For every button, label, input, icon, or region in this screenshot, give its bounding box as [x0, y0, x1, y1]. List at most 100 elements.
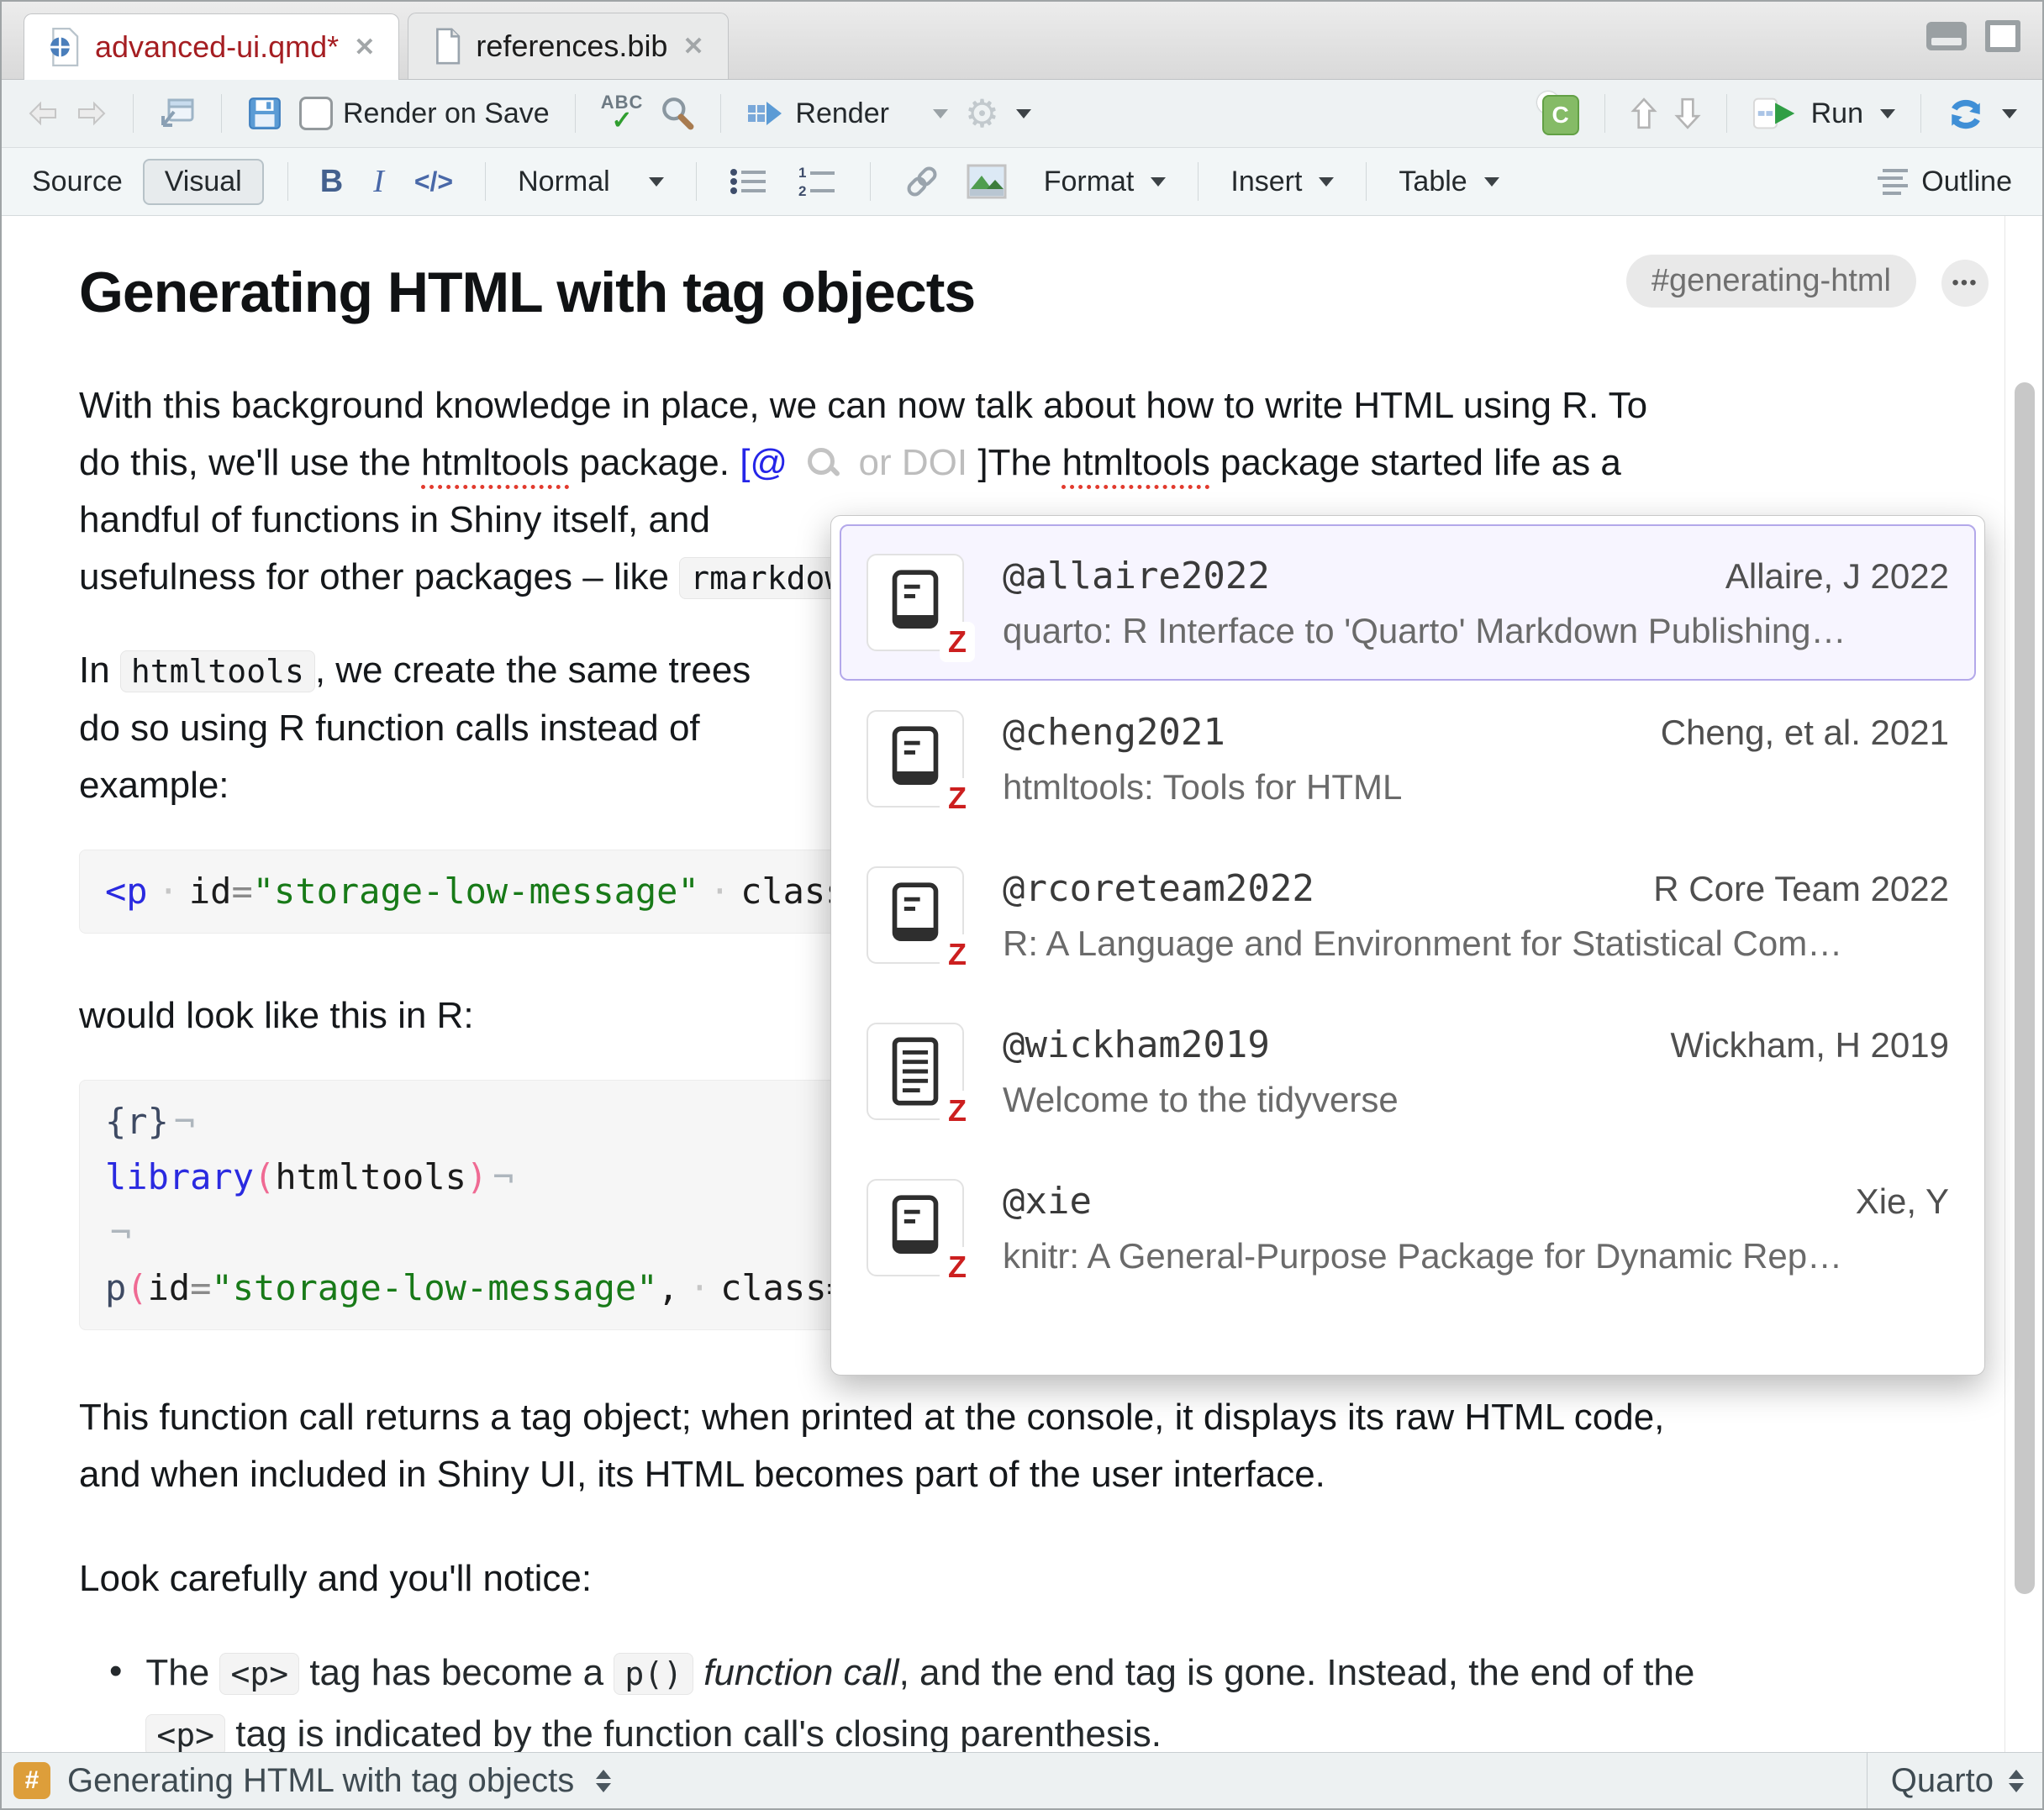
- citation-key: @allaire2022: [1003, 555, 1270, 597]
- checkbox-icon[interactable]: [299, 97, 333, 130]
- run-button[interactable]: Run: [1744, 92, 1904, 135]
- render-dropdown-caret[interactable]: [933, 109, 948, 118]
- open-in-new-window-button[interactable]: [150, 92, 204, 135]
- tab-advanced-ui-qmd[interactable]: advanced-ui.qmd* ✕: [24, 13, 399, 80]
- settings-dropdown-caret[interactable]: [1016, 109, 1031, 118]
- bullet-list-icon: [729, 166, 769, 197]
- render-icon: [746, 97, 785, 129]
- citation-item-allaire2022[interactable]: Z @allaire2022 Allaire, J 2022 quarto: R…: [840, 524, 1976, 681]
- close-tab-icon[interactable]: ✕: [354, 33, 375, 62]
- next-chunk-button[interactable]: [1666, 92, 1709, 135]
- bullet-item: • The <p> tag has become a p() function …: [79, 1643, 1965, 1752]
- bullet-list-button[interactable]: [720, 160, 777, 203]
- spellcheck-button[interactable]: ABC ✓: [593, 88, 652, 139]
- vertical-scrollbar[interactable]: [2015, 382, 2035, 1594]
- citation-item-rcoreteam2022[interactable]: Z @rcoreteam2022 R Core Team 2022 R: A L…: [840, 837, 1976, 993]
- format-menu[interactable]: Format: [1035, 160, 1175, 203]
- text-token: ¬: [169, 1101, 195, 1142]
- popout-window-icon: [159, 97, 196, 130]
- text-token: id: [148, 1267, 191, 1308]
- text-token: ·: [148, 871, 189, 912]
- citation-item-wickham2019[interactable]: Z @wickham2019 Wickham, H 2019 Welcome t…: [840, 993, 1976, 1150]
- close-tab-icon[interactable]: ✕: [682, 32, 703, 61]
- visual-mode-button[interactable]: Visual: [143, 159, 264, 205]
- insert-image-button[interactable]: [958, 159, 1015, 204]
- citation-source-icon: Z: [867, 866, 964, 964]
- editor-status-bar: # Generating HTML with tag objects Quart…: [2, 1752, 2042, 1808]
- text-token: =: [231, 871, 252, 912]
- text-token: usefulness for other packages – like: [79, 556, 679, 597]
- quarto-file-icon: [48, 28, 80, 66]
- inline-code-button[interactable]: </>: [406, 161, 461, 203]
- zotero-badge: Z: [942, 937, 972, 972]
- text-token: ·: [699, 871, 740, 912]
- back-button[interactable]: [18, 95, 67, 132]
- insert-link-button[interactable]: [894, 160, 950, 203]
- text-token: tag is indicated by the function call's …: [225, 1713, 1162, 1752]
- visual-mode-label: Visual: [165, 166, 242, 198]
- text-token: or DOI: [848, 442, 977, 483]
- citation-source-icon: Z: [867, 1179, 964, 1276]
- source-mode-button[interactable]: Source: [24, 160, 131, 203]
- text-token: class=: [720, 1267, 848, 1308]
- table-menu-caret: [1484, 177, 1499, 187]
- forward-button[interactable]: [67, 95, 116, 132]
- citation-title: Welcome to the tidyverse: [1003, 1080, 1949, 1120]
- minimize-icon[interactable]: [1926, 22, 1967, 50]
- text-token: id: [189, 871, 232, 912]
- more-options-button[interactable]: •••: [1941, 260, 1989, 307]
- visual-editor-toolbar: Source Visual B I </> Normal 1 2: [2, 148, 2042, 216]
- italic-button[interactable]: I: [365, 158, 392, 205]
- document-mode-selector[interactable]: Quarto: [1867, 1753, 2042, 1808]
- run-icon: [1752, 97, 1801, 130]
- paragraph-tag-object: This function call returns a tag object;…: [79, 1389, 1965, 1503]
- text-token: package.: [569, 442, 740, 483]
- text-token: [788, 442, 798, 483]
- run-label: Run: [1811, 97, 1863, 130]
- text-token: htmltools: [120, 650, 315, 692]
- section-navigator[interactable]: # Generating HTML with tag objects: [2, 1762, 1867, 1800]
- previous-chunk-button[interactable]: [1622, 92, 1666, 135]
- citation-item-cheng2021[interactable]: Z @cheng2021 Cheng, et al. 2021 htmltool…: [840, 681, 1976, 837]
- text-token: htmltools: [421, 442, 569, 483]
- document-editor[interactable]: Generating HTML with tag objects #genera…: [2, 216, 2042, 1752]
- numbered-list-icon: 1 2: [798, 165, 838, 198]
- text-token: ¬: [487, 1156, 514, 1197]
- find-replace-button[interactable]: [651, 91, 703, 136]
- numbered-list-button[interactable]: 1 2: [789, 160, 846, 203]
- text-token: <p>: [145, 1714, 225, 1752]
- text-token: handful of functions in Shiny itself, an…: [79, 499, 710, 540]
- text-token: This function call returns a tag object;…: [79, 1397, 1664, 1438]
- insert-chunk-icon: + C: [1537, 92, 1579, 135]
- paragraph-style-caret: [649, 177, 664, 187]
- rerun-dropdown-caret[interactable]: [2002, 109, 2017, 118]
- bold-button[interactable]: B: [312, 159, 351, 205]
- svg-text:1: 1: [798, 165, 806, 181]
- insert-menu[interactable]: Insert: [1222, 160, 1342, 203]
- document-mode-label: Quarto: [1891, 1762, 1994, 1800]
- outline-toggle-button[interactable]: Outline: [1868, 160, 2020, 203]
- citation-item-xie[interactable]: Z @xie Xie, Y knitr: A General-Purpose P…: [840, 1150, 1976, 1306]
- rerun-button[interactable]: [1938, 91, 2026, 136]
- citation-key: @wickham2019: [1003, 1023, 1270, 1066]
- render-on-save-checkbox[interactable]: Render on Save: [291, 92, 558, 135]
- text-token: htmltools: [1062, 442, 1210, 483]
- book-icon: [888, 723, 942, 794]
- insert-chunk-button[interactable]: + C: [1529, 87, 1588, 140]
- save-button[interactable]: [239, 91, 291, 136]
- paragraph-style-dropdown[interactable]: Normal: [509, 160, 672, 203]
- render-settings-button[interactable]: ⚙: [956, 89, 1040, 138]
- render-button[interactable]: Render: [738, 92, 956, 135]
- text-token: p: [105, 1267, 126, 1308]
- maximize-icon[interactable]: [1985, 20, 2020, 52]
- table-menu[interactable]: Table: [1390, 160, 1507, 203]
- run-dropdown-caret[interactable]: [1880, 109, 1895, 118]
- citation-author: Wickham, H 2019: [1671, 1025, 1949, 1065]
- text-token: [@: [740, 442, 788, 483]
- file-icon: [432, 28, 461, 65]
- section-anchor-badge[interactable]: #generating-html: [1626, 255, 1916, 308]
- mode-updown-icon: [2009, 1770, 2024, 1792]
- book-icon: [888, 880, 942, 950]
- tab-references-bib[interactable]: references.bib ✕: [408, 13, 728, 79]
- search-icon: [660, 96, 695, 131]
